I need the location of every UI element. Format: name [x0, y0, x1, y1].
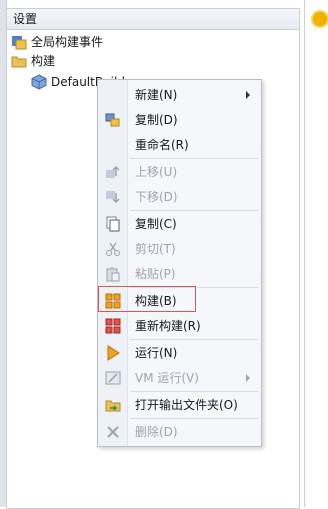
menu-item-move-up[interactable]: 上移(U): [98, 160, 261, 184]
menu-item-duplicate[interactable]: 复制(D): [98, 108, 261, 132]
menu-item-rebuild[interactable]: 重新构建(R): [98, 314, 261, 338]
submenu-arrow-icon: [246, 91, 250, 99]
run-icon: [105, 345, 121, 361]
tree-item-global-build-events[interactable]: 全局构建事件: [11, 33, 103, 51]
tree-item-build[interactable]: 构建: [11, 52, 55, 70]
menu-item-move-down[interactable]: 下移(D): [98, 185, 261, 209]
menu-separator: [130, 210, 258, 211]
menu-item-label: 重命名(R): [135, 138, 189, 152]
menu-item-label: 粘贴(P): [135, 267, 176, 281]
rebuild-icon: [105, 318, 121, 334]
right-panel-strip: [304, 0, 328, 507]
menu-item-label: 新建(N): [135, 88, 178, 102]
menu-item-label: 下移(D): [135, 190, 178, 204]
tree-item-label: 构建: [31, 54, 56, 68]
cut-icon: [105, 241, 121, 257]
build-cube-icon: [31, 74, 47, 90]
menu-item-run[interactable]: 运行(N): [98, 341, 261, 365]
build-highlight-box: [98, 286, 196, 312]
menu-item-label: 删除(D): [135, 425, 178, 439]
menu-item-label: 打开输出文件夹(O): [135, 398, 238, 412]
menu-item-label: 运行(N): [135, 346, 178, 360]
delete-icon: [105, 424, 121, 440]
menu-item-open-output-folder[interactable]: 打开输出文件夹(O): [98, 393, 261, 417]
copy-icon: [105, 216, 121, 232]
menu-item-label: 复制(D): [135, 113, 178, 127]
menu-item-copy[interactable]: 复制(C): [98, 212, 261, 236]
event-icon: [11, 34, 27, 50]
menu-separator: [130, 158, 258, 159]
menu-item-label: VM 运行(V): [135, 371, 199, 385]
menu-separator: [130, 391, 258, 392]
vm-run-icon: [105, 370, 121, 386]
menu-separator: [130, 339, 258, 340]
menu-item-vm-run[interactable]: VM 运行(V): [98, 366, 261, 390]
menu-item-paste[interactable]: 粘贴(P): [98, 262, 261, 286]
move-down-icon: [105, 189, 121, 205]
menu-item-label: 上移(U): [135, 165, 178, 179]
submenu-arrow-icon: [246, 374, 250, 382]
menu-item-cut[interactable]: 剪切(T): [98, 237, 261, 261]
duplicate-icon: [105, 112, 121, 128]
status-sun-icon[interactable]: [313, 12, 327, 26]
folder-icon: [11, 53, 27, 69]
open-folder-icon: [105, 397, 121, 413]
menu-separator: [130, 418, 258, 419]
menu-item-rename[interactable]: 重命名(R): [98, 133, 261, 157]
panel-title: 设置: [7, 9, 299, 30]
move-up-icon: [105, 164, 121, 180]
menu-item-label: 复制(C): [135, 217, 177, 231]
menu-item-new[interactable]: 新建(N): [98, 83, 261, 107]
paste-icon: [105, 266, 121, 282]
tree-item-label: 全局构建事件: [31, 35, 104, 49]
menu-item-label: 重新构建(R): [135, 319, 201, 333]
menu-item-delete[interactable]: 删除(D): [98, 420, 261, 444]
menu-item-label: 剪切(T): [135, 242, 176, 256]
context-menu: 新建(N) 复制(D) 重命名(R) 上移(U) 下移(D) 复制(C) 剪切(…: [97, 79, 262, 447]
